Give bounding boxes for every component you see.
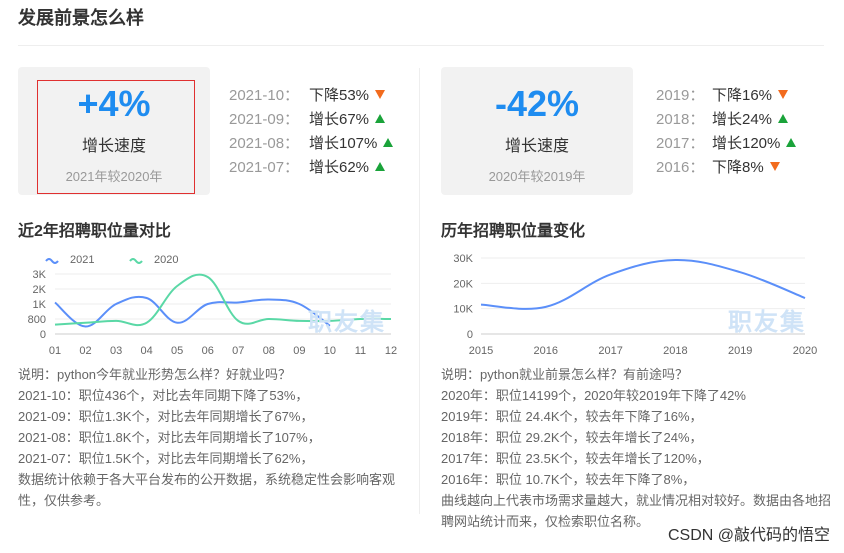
growth-card-right: -42% 增长速度 2020年较2019年 [441, 67, 633, 195]
y-tick-label: 10K [453, 304, 473, 316]
legend-label-2020: 2020 [154, 254, 178, 266]
x-tick-label: 05 [171, 345, 183, 357]
x-tick-label: 03 [110, 345, 122, 357]
arrow-up-icon [375, 162, 386, 171]
stat-period: 2017： [656, 135, 705, 152]
stat-row: 2018： 增长24% [656, 108, 796, 132]
description-line: 2019年：职位 24.4K个，较去年下降了16%， [441, 409, 703, 424]
y-tick-label: 30K [453, 253, 473, 265]
stat-period: 2021-08： [229, 135, 300, 152]
description-line: 2016年：职位 10.7K个，较去年下降了8%， [441, 472, 696, 487]
y-tick-label: 3K [33, 269, 47, 281]
y-tick-label: 20K [453, 278, 473, 290]
x-tick-label: 2019 [728, 345, 752, 357]
chart-title-right: 历年招聘职位量变化 [441, 223, 586, 240]
description-line: 2017年：职位 23.5K个，较去年增长了120%， [441, 451, 710, 466]
stat-row: 2019： 下降16% [656, 84, 796, 108]
arrow-down-icon [769, 162, 780, 171]
arrow-down-icon [778, 90, 789, 99]
stat-row: 2021-10： 下降53% [229, 84, 393, 108]
stat-row: 2021-09： 增长67% [229, 108, 393, 132]
x-tick-label: 2020 [793, 345, 817, 357]
highlight-box [37, 80, 195, 194]
description-line: 2021-09：职位1.3K个，对比去年同期增长了67%， [18, 409, 314, 424]
description-left: 说明：python今年就业形势怎么样？好就业吗？ 2021-10：职位436个，… [18, 364, 410, 511]
description-line: 2021-07：职位1.5K个，对比去年同期增长了62%， [18, 451, 314, 466]
description-line: 说明：python今年就业形势怎么样？好就业吗？ [18, 367, 292, 382]
description-line: 2021-08：职位1.8K个，对比去年同期增长了107%， [18, 430, 321, 445]
x-tick-label: 04 [141, 345, 153, 357]
x-tick-label: 2017 [598, 345, 622, 357]
description-right: 说明：python就业前景怎么样？有前途吗？ 2020年：职位14199个，20… [441, 364, 831, 532]
x-tick-label: 2018 [663, 345, 687, 357]
arrow-up-icon [786, 138, 797, 147]
x-tick-label: 2015 [469, 345, 493, 357]
y-tick-label: 800 [28, 314, 46, 326]
description-line: 2021-10：职位436个，对比去年同期下降了53%， [18, 388, 309, 403]
y-tick-label: 1K [33, 299, 47, 311]
legend-swatch-2020 [129, 258, 143, 264]
stat-row: 2021-07： 增长62% [229, 156, 393, 180]
stats-list-left: 2021-10： 下降53% 2021-09： 增长67% 2021-08： 增长10… [229, 84, 394, 180]
stat-value: 增长67% [309, 111, 370, 128]
stat-period: 2019： [656, 87, 705, 104]
x-tick-label: 2016 [534, 345, 558, 357]
divider [18, 45, 824, 46]
stat-row: 2021-08： 增长107% [229, 132, 394, 156]
x-tick-label: 11 [355, 345, 366, 357]
stat-period: 2021-10： [229, 87, 300, 104]
stat-value: 增长62% [309, 159, 370, 176]
x-tick-label: 12 [385, 345, 397, 357]
stat-value: 增长107% [309, 135, 378, 152]
page-title: 发展前景怎么样 [18, 8, 144, 28]
legend-label-2021: 2021 [70, 254, 94, 266]
stat-row: 2016： 下降8% [656, 156, 796, 180]
watermark-logo: 职友集 [728, 309, 806, 336]
x-tick-label: 10 [324, 345, 336, 357]
growth-sub: 2020年较2019年 [488, 169, 586, 184]
x-tick-label: 09 [293, 345, 305, 357]
stat-value: 增长24% [712, 111, 773, 128]
x-tick-label: 06 [202, 345, 214, 357]
arrow-up-icon [778, 114, 789, 123]
x-tick-label: 07 [232, 345, 244, 357]
stats-list-right: 2019： 下降16% 2018： 增长24% 2017： 增长120% 2016： 下… [656, 84, 797, 180]
y-tick-label: 0 [467, 329, 473, 341]
x-tick-label: 02 [79, 345, 91, 357]
stat-value: 增长120% [712, 135, 781, 152]
stat-period: 2016： [656, 159, 705, 176]
stat-period: 2021-09： [229, 111, 300, 128]
y-tick-label: 2K [33, 284, 47, 296]
stat-value: 下降53% [309, 87, 370, 104]
x-tick-label: 01 [49, 345, 61, 357]
arrow-down-icon [375, 90, 386, 99]
y-tick-label: 0 [40, 329, 46, 341]
legend-swatch-2021 [45, 258, 59, 264]
arrow-up-icon [383, 138, 394, 147]
stat-value: 下降16% [712, 87, 773, 104]
description-line: 数据统计依赖于各大平台发布的公开数据，系统稳定性会影响客观性，仅供参考。 [18, 472, 396, 508]
x-tick-label: 08 [263, 345, 275, 357]
watermark-logo: 职友集 [308, 309, 386, 336]
stat-value: 下降8% [712, 159, 764, 176]
chart-title-left: 近2年招聘职位量对比 [18, 223, 171, 240]
stat-row: 2017： 增长120% [656, 132, 797, 156]
stat-period: 2018： [656, 111, 705, 128]
description-line: 2018年：职位 29.2K个，较去年增长了24%， [441, 430, 703, 445]
growth-label: 增长速度 [504, 138, 569, 155]
description-line: 说明：python就业前景怎么样？有前途吗？ [441, 367, 689, 382]
description-line: 2020年：职位14199个，2020年较2019年下降了42% [441, 388, 746, 403]
stat-period: 2021-07： [229, 159, 300, 176]
arrow-up-icon [375, 114, 386, 123]
credit-watermark: CSDN @敲代码的悟空 [667, 521, 830, 545]
growth-value: -42% [494, 83, 580, 124]
